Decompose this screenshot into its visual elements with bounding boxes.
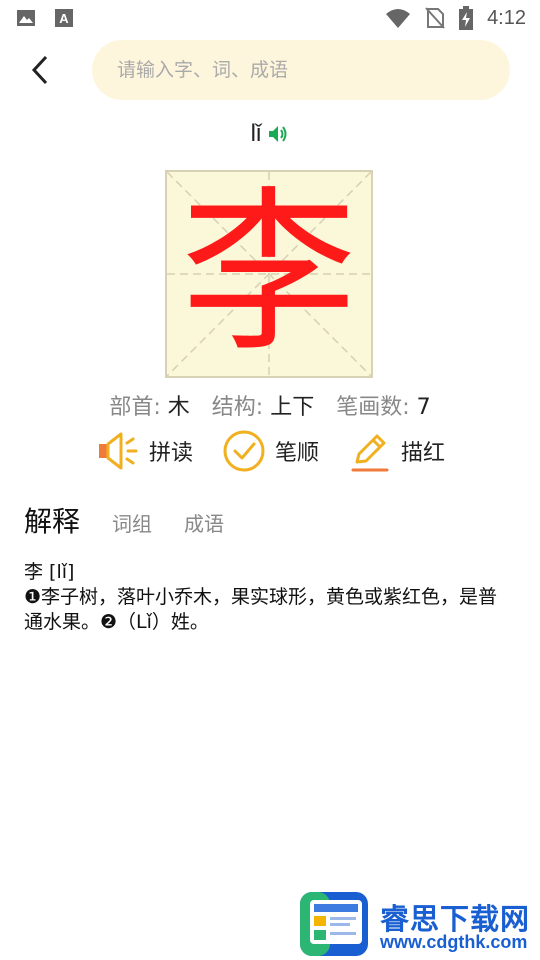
- stroke-order-button[interactable]: 笔顺: [221, 428, 319, 474]
- image-icon: [17, 10, 35, 26]
- strokes-label: 笔画数:: [336, 395, 410, 420]
- structure-value: 上下: [270, 395, 315, 420]
- svg-text:A: A: [59, 11, 69, 26]
- character-grid: 李: [165, 170, 373, 378]
- stroke-order-label: 笔顺: [274, 441, 319, 466]
- tab-explanation[interactable]: 解释: [24, 500, 80, 540]
- watermark-url: www.cdgthk.com: [380, 932, 528, 952]
- font-icon: A: [55, 9, 73, 27]
- action-row: 拼读 笔顺 描红: [0, 428, 540, 474]
- definition-heading: 李 [lǐ]: [24, 561, 75, 583]
- pronounce-speaker-icon[interactable]: [267, 123, 289, 145]
- check-circle-icon: [223, 430, 265, 472]
- status-time: 4:12: [487, 6, 526, 29]
- trace-button[interactable]: 描红: [347, 428, 445, 474]
- back-arrow-icon[interactable]: [24, 52, 60, 88]
- tab-idioms[interactable]: 成语: [184, 508, 224, 540]
- trace-label: 描红: [401, 441, 446, 466]
- battery-charging-icon: [459, 6, 474, 30]
- pinyin-text: lǐ: [250, 120, 262, 147]
- search-header: [0, 40, 540, 100]
- search-box[interactable]: [92, 40, 510, 100]
- search-input[interactable]: [115, 58, 510, 82]
- pinyin-read-label: 拼读: [148, 441, 193, 466]
- no-sim-icon: [425, 7, 445, 29]
- tab-words[interactable]: 词组: [112, 508, 152, 540]
- definition-text: ❶李子树，落叶小乔木，果实球形，黄色或紫红色，是普通水果。❷（Lǐ）姓。: [24, 586, 498, 633]
- wifi-icon: [386, 9, 411, 28]
- pinyin-read-button[interactable]: 拼读: [95, 428, 193, 474]
- pencil-icon: [351, 434, 389, 472]
- speaker-icon: [98, 432, 138, 470]
- status-bar: A 4:12: [0, 0, 540, 36]
- watermark-logo-icon: [300, 892, 368, 956]
- watermark: 睿思下载网 www.cdgthk.com: [298, 888, 540, 960]
- character-glyph: 李: [180, 171, 357, 376]
- character-info: 部首: 木 结构: 上下 笔画数: 7: [0, 389, 540, 421]
- radical-label: 部首:: [109, 395, 161, 420]
- definition-panel: 李 [lǐ] ❶李子树，落叶小乔木，果实球形，黄色或紫红色，是普通水果。❷（Lǐ…: [24, 560, 514, 635]
- content-tabs: 解释 词组 成语: [24, 500, 224, 540]
- strokes-value: 7: [416, 395, 431, 420]
- pinyin-row: lǐ: [0, 120, 540, 148]
- radical-value: 木: [167, 395, 190, 420]
- structure-label: 结构:: [211, 395, 264, 420]
